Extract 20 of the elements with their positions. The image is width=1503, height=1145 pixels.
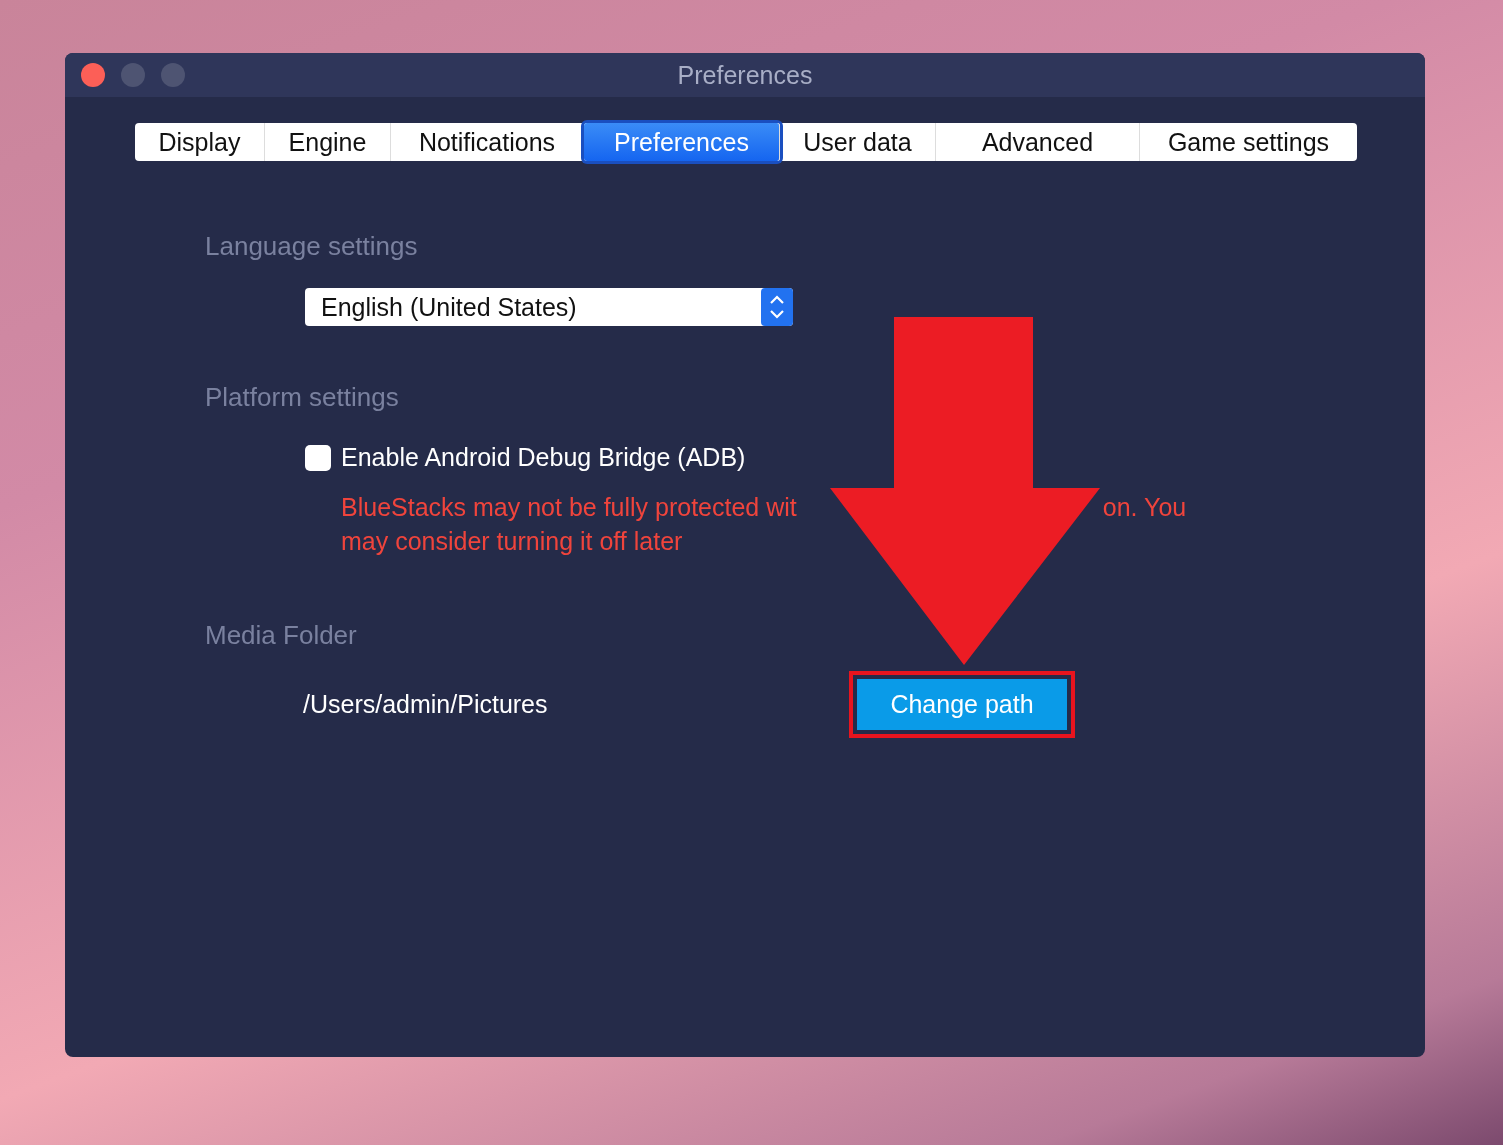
- section-heading: Media Folder: [205, 620, 358, 651]
- media-path: /Users/admin/Pictures: [303, 690, 549, 719]
- warning-text: BlueStacks may not be fully protected wit: [341, 492, 797, 523]
- tab[interactable]: Preferences: [584, 123, 780, 161]
- adb-checkbox[interactable]: [305, 444, 331, 471]
- tab[interactable]: Display: [135, 123, 265, 161]
- section-heading: Language settings: [205, 231, 419, 262]
- warning-text: may consider turning it off later: [341, 526, 684, 557]
- tab[interactable]: Engine: [265, 123, 391, 161]
- tab[interactable]: Game settings: [1140, 123, 1357, 161]
- tab[interactable]: User data: [780, 123, 936, 161]
- down-arrow-icon: [830, 317, 1102, 667]
- stepper-icon: [761, 288, 793, 326]
- window-title: Preferences: [677, 60, 813, 90]
- close-icon[interactable]: [81, 63, 105, 87]
- warning-text: on. You: [1102, 492, 1187, 523]
- section-heading: Platform settings: [205, 382, 400, 413]
- language-dropdown[interactable]: English (United States): [305, 288, 793, 326]
- tab[interactable]: Advanced: [936, 123, 1140, 161]
- checkbox-label: Enable Android Debug Bridge (ADB): [341, 443, 746, 472]
